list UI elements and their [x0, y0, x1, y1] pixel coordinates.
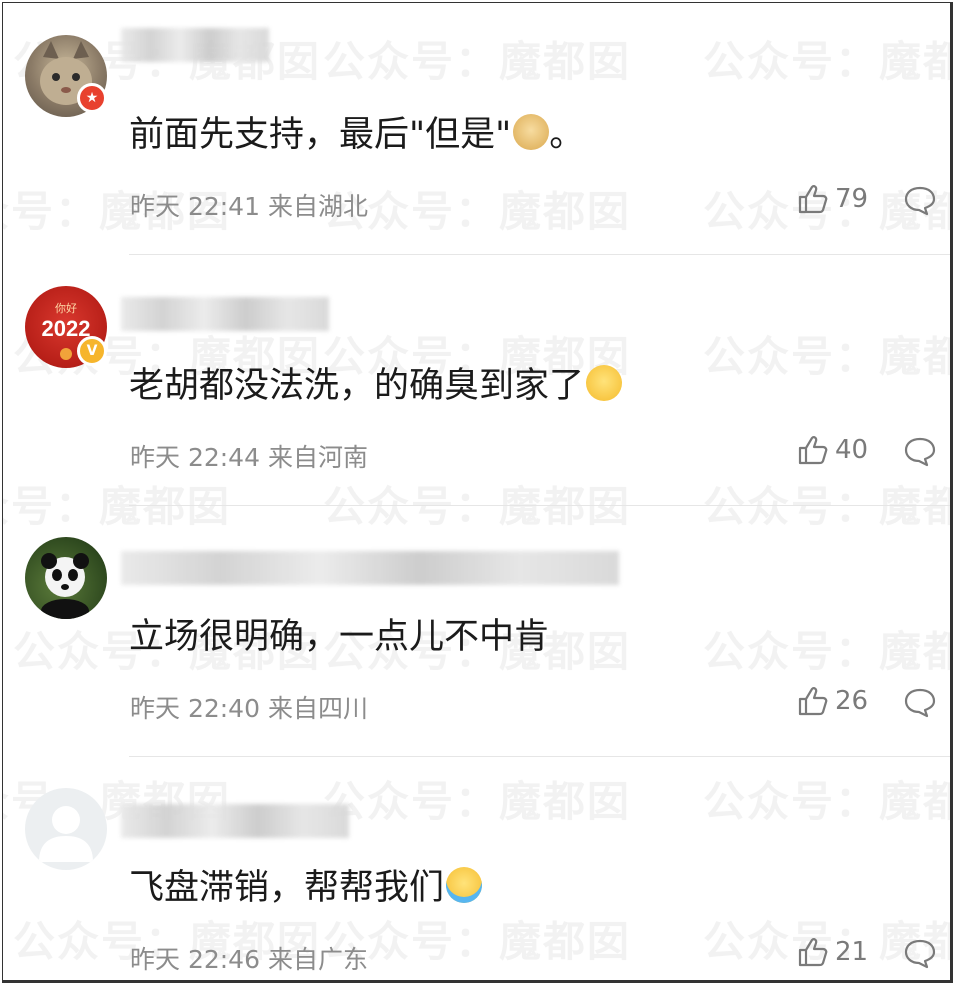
thumbs-up-icon [798, 938, 828, 967]
comment-list: 公众号：魔都囡 公众号：魔都囡 公众号：魔都囡 公众号：魔都囡 公众号：魔都囡 … [2, 2, 953, 983]
reply-button[interactable] [903, 436, 937, 472]
verified-v-badge-icon: V [77, 336, 107, 366]
username-blurred[interactable] [121, 28, 269, 62]
comment-meta: 昨天 22:41 来自湖北 [130, 187, 368, 223]
reply-button[interactable] [903, 687, 937, 723]
like-count: 21 [835, 937, 869, 967]
comment-bubble-icon [904, 437, 936, 467]
comment-time: 昨天 22:46 [130, 945, 260, 974]
default-user-icon [39, 806, 93, 862]
like-button[interactable]: 21 [797, 937, 868, 967]
like-count: 79 [835, 184, 869, 214]
like-button[interactable]: 40 [797, 435, 868, 465]
avatar-greeting: 你好 [55, 301, 77, 315]
username-blurred[interactable] [121, 804, 349, 838]
username-blurred[interactable] [121, 297, 329, 331]
thumbs-up-icon [798, 687, 828, 716]
comment-time: 昨天 22:40 [130, 694, 260, 723]
doge-emoji-icon [513, 114, 550, 150]
comment-item: ★ 前面先支持，最后"但是"。 昨天 22:41 来自湖北 79 [3, 3, 950, 253]
comment-meta: 昨天 22:46 来自广东 [130, 940, 368, 976]
comment-item: 飞盘滞销，帮帮我们 昨天 22:46 来自广东 21 [3, 756, 950, 980]
sweat-emoji-icon [586, 365, 623, 401]
comment-item: 你好 2022 V 老胡都没法洗，的确臭到家了 昨天 22:44 来自河南 40 [3, 254, 950, 504]
reply-button[interactable] [903, 185, 937, 221]
comment-text: 立场很明确，一点儿不中肯 [129, 617, 550, 657]
comment-location: 来自四川 [267, 694, 368, 723]
comment-bubble-icon [904, 688, 936, 718]
comment-meta: 昨天 22:44 来自河南 [130, 438, 368, 474]
like-button[interactable]: 79 [797, 184, 868, 214]
avatar[interactable] [25, 537, 107, 619]
verified-badge-icon: ★ [77, 83, 107, 113]
comment-bubble-icon [904, 939, 936, 969]
reply-button[interactable] [903, 938, 937, 974]
thumbs-up-icon [798, 185, 828, 214]
thumbs-up-icon [798, 436, 828, 465]
panda-avatar-icon [41, 553, 89, 619]
laugh-cry-emoji-icon [446, 867, 483, 903]
comment-text: 老胡都没法洗，的确臭到家了 [129, 364, 623, 408]
like-count: 40 [835, 435, 869, 465]
like-button[interactable]: 26 [797, 686, 868, 716]
comment-location: 来自湖北 [267, 192, 368, 221]
comment-location: 来自广东 [267, 945, 368, 974]
comment-time: 昨天 22:44 [130, 443, 260, 472]
username-blurred[interactable] [121, 551, 619, 585]
avatar[interactable] [25, 788, 107, 870]
comment-bubble-icon [904, 186, 936, 216]
comment-item: 立场很明确，一点儿不中肯 昨天 22:40 来自四川 26 [3, 505, 950, 755]
comment-text: 前面先支持，最后"但是"。 [129, 114, 585, 155]
comment-time: 昨天 22:41 [130, 192, 260, 221]
comment-text: 飞盘滞销，帮帮我们 [129, 866, 483, 910]
comment-location: 来自河南 [267, 443, 368, 472]
comment-meta: 昨天 22:40 来自四川 [130, 689, 368, 725]
like-count: 26 [835, 686, 869, 716]
